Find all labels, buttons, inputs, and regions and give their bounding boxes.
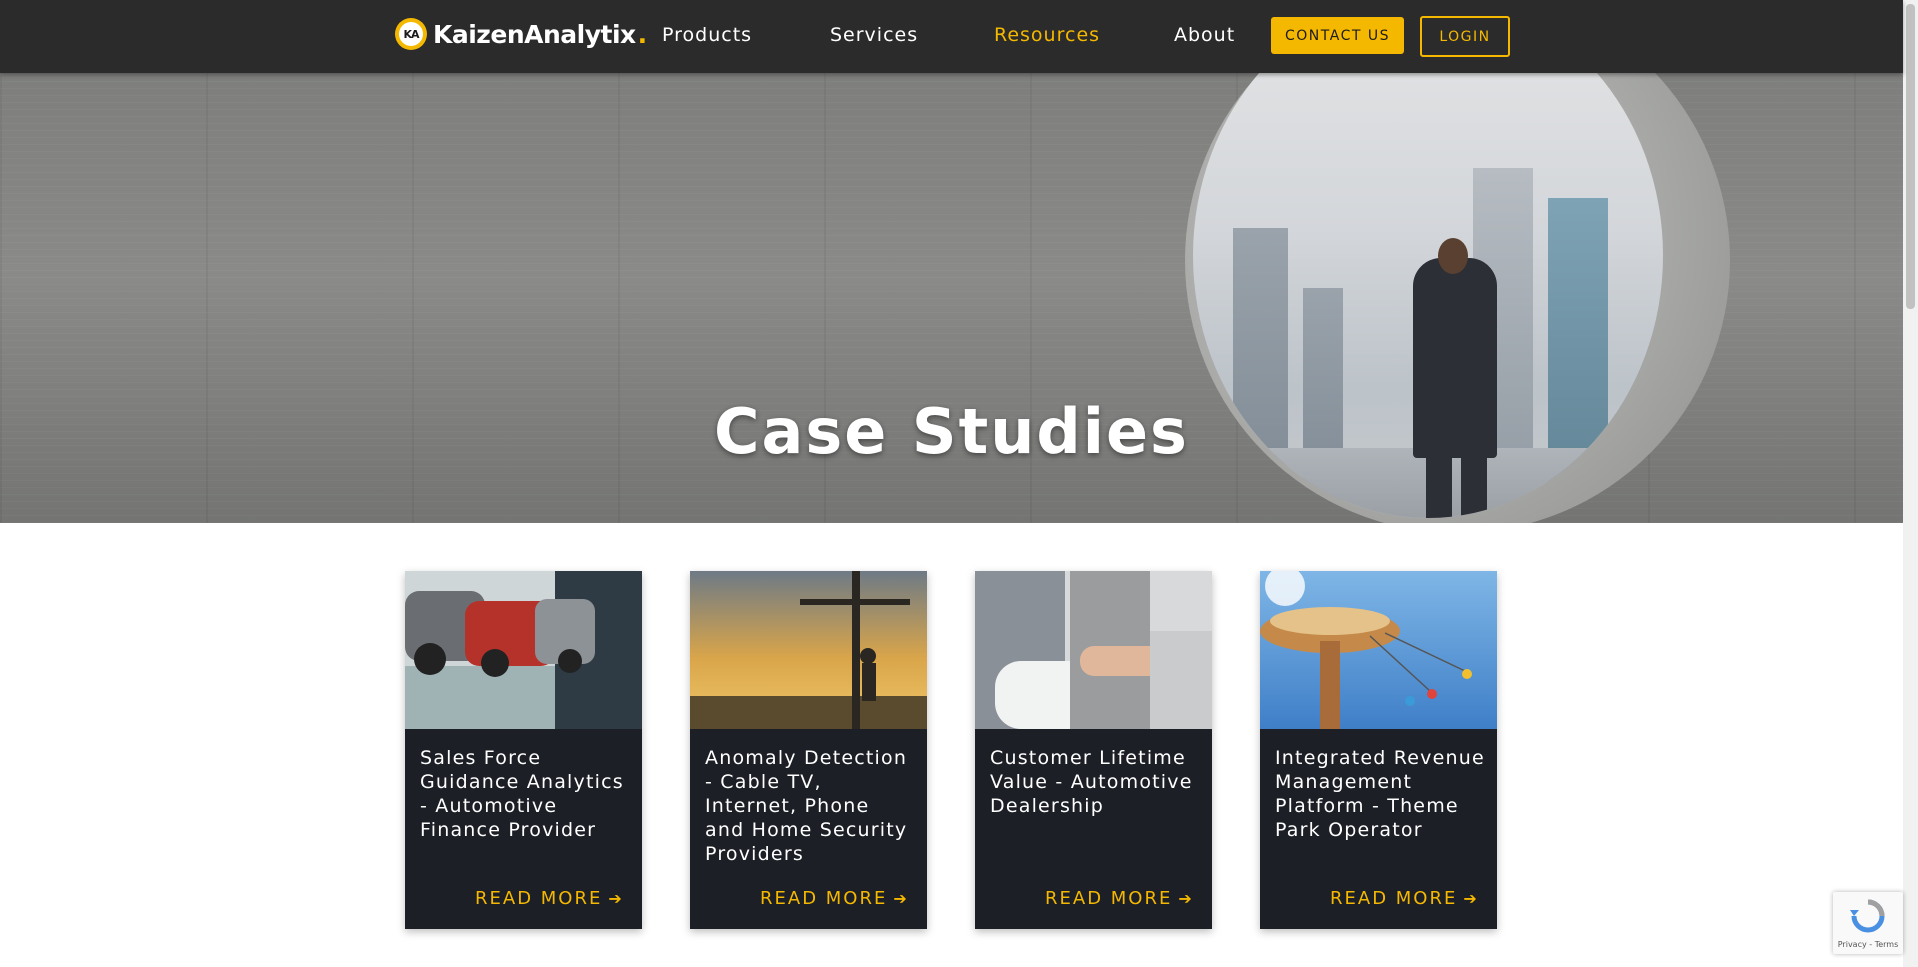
recaptcha-badge[interactable]: Privacy - Terms (1833, 892, 1903, 954)
arrow-right-icon: ➔ (1463, 889, 1479, 908)
handshake-image (975, 571, 1212, 729)
logo-mark-icon: KA (395, 18, 427, 50)
login-button[interactable]: LOGIN (1420, 16, 1510, 57)
nav-about[interactable]: About (1174, 24, 1235, 46)
recaptcha-privacy-terms[interactable]: Privacy - Terms (1833, 940, 1903, 949)
site-logo[interactable]: KA KaizenAnalytix . (395, 16, 647, 52)
car-showroom-image (405, 571, 642, 729)
card-title: Integrated Revenue Management Platform -… (1275, 747, 1485, 841)
case-study-card[interactable]: Customer Lifetime Value - Automotive Dea… (975, 571, 1212, 929)
recaptcha-icon (1850, 899, 1885, 933)
arrow-right-icon: ➔ (893, 889, 909, 908)
nav-products[interactable]: Products (662, 24, 752, 46)
arrow-right-icon: ➔ (608, 889, 624, 908)
hero-banner: Case Studies (0, 73, 1903, 523)
case-study-card[interactable]: Sales Force Guidance Analytics - Automot… (405, 571, 642, 929)
logo-dot: . (637, 19, 648, 49)
card-title: Anomaly Detection - Cable TV, Internet, … (705, 747, 908, 865)
read-more-link[interactable]: READ MORE ➔ (1330, 888, 1479, 909)
top-navigation-bar: KA KaizenAnalytix . Products Services Re… (0, 0, 1903, 73)
page-title: Case Studies (714, 395, 1189, 468)
contact-us-button[interactable]: CONTACT US (1271, 17, 1404, 54)
nav-services[interactable]: Services (830, 24, 918, 46)
utility-pole-worker-image (690, 571, 927, 729)
card-title: Customer Lifetime Value - Automotive Dea… (990, 747, 1193, 817)
read-more-link[interactable]: READ MORE ➔ (760, 888, 909, 909)
case-study-card[interactable]: Anomaly Detection - Cable TV, Internet, … (690, 571, 927, 929)
card-title: Sales Force Guidance Analytics - Automot… (420, 747, 624, 841)
page-scrollbar-thumb[interactable] (1906, 4, 1915, 309)
case-study-card[interactable]: Integrated Revenue Management Platform -… (1260, 571, 1497, 929)
read-more-link[interactable]: READ MORE ➔ (475, 888, 624, 909)
read-more-link[interactable]: READ MORE ➔ (1045, 888, 1194, 909)
logo-text: KaizenAnalytix (433, 19, 636, 49)
nav-resources[interactable]: Resources (994, 24, 1100, 46)
swing-carousel-image (1260, 571, 1497, 729)
arrow-right-icon: ➔ (1178, 889, 1194, 908)
